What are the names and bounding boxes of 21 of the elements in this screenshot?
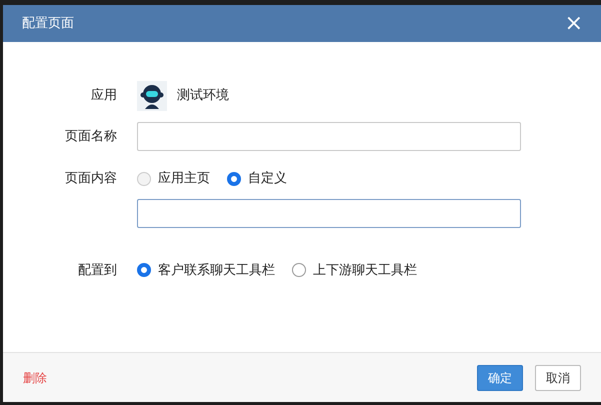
radio-button[interactable]	[137, 172, 151, 186]
field-label: 应用	[90, 87, 118, 106]
page-name-field[interactable]	[137, 122, 521, 151]
radio-label: 应用主页	[158, 170, 210, 188]
delete-link[interactable]: 删除	[23, 368, 47, 386]
radio-label: 自定义	[248, 170, 287, 188]
close-button[interactable]: ×	[564, 12, 583, 34]
radio-label: 上下游聊天工具栏	[313, 262, 417, 280]
url-field[interactable]	[137, 198, 521, 228]
radio-button[interactable]	[227, 172, 241, 186]
field-label: 页面名称	[64, 128, 118, 146]
confirm-button[interactable]: 确定	[477, 364, 523, 390]
dialog-title: 配置页面	[22, 14, 74, 33]
radio-button[interactable]	[137, 263, 151, 278]
robot-avatar-icon	[137, 81, 167, 111]
app-name: 测试环境	[177, 87, 229, 106]
radio-label: 客户联系聊天工具栏	[158, 262, 275, 280]
field-label: 页面内容	[64, 170, 118, 188]
field-label: 配置到	[77, 262, 118, 280]
radio-button[interactable]	[292, 263, 306, 278]
cancel-button[interactable]: 取消	[535, 364, 581, 390]
